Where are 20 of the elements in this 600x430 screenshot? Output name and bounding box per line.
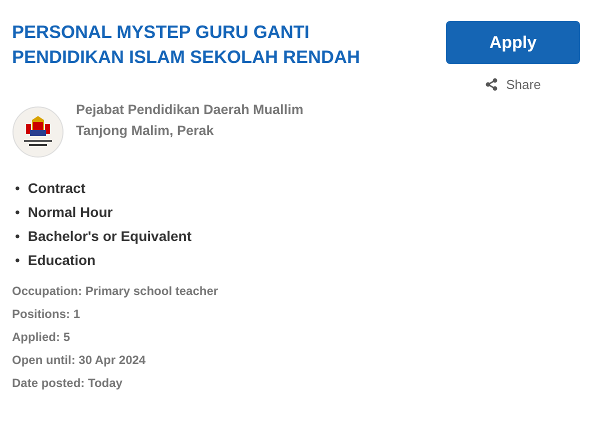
job-tag: Normal Hour <box>28 204 113 220</box>
bullet-mark: • <box>15 204 20 220</box>
job-detail: Applied: 5 <box>12 330 72 344</box>
employer-name: Pejabat Pendidikan Daerah Muallim <box>76 102 304 117</box>
apply-button[interactable]: Apply <box>446 21 580 64</box>
job-tag: Education <box>28 252 96 268</box>
job-tag: Contract <box>28 180 86 196</box>
job-detail: Positions: 1 <box>12 307 82 321</box>
job-location: Tanjong Malim, Perak <box>76 123 215 138</box>
bullet-mark: • <box>15 228 20 244</box>
bullet-mark: • <box>15 252 20 268</box>
job-detail: Occupation: Primary school teacher <box>12 284 220 298</box>
job-tag: Bachelor's or Equivalent <box>28 228 192 244</box>
emblem-logo <box>12 106 64 158</box>
bullet-mark: • <box>15 180 20 196</box>
job-detail: Open until: 30 Apr 2024 <box>12 353 147 367</box>
job-title: PERSONAL MYSTEP GURU GANTI PENDIDIKAN ISLAM SEKOLAH RENDAH <box>12 21 362 69</box>
job-detail: Date posted: Today <box>12 376 124 390</box>
share-icon <box>485 78 498 91</box>
share-link[interactable]: Share <box>485 77 541 92</box>
